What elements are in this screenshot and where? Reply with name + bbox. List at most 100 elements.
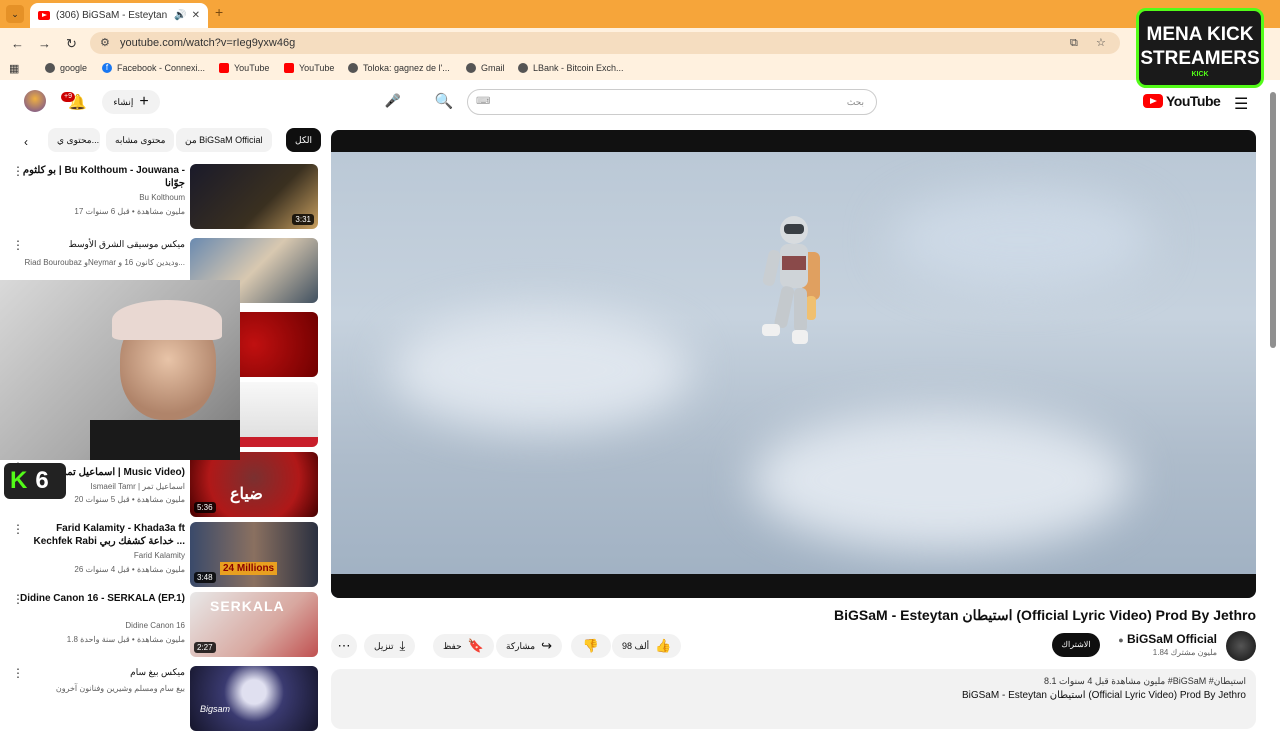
video-thumbnail[interactable]: SERKALA 2:27 <box>190 592 318 657</box>
create-button[interactable]: إنشاء + <box>102 90 160 114</box>
channel-name-main[interactable]: ● BiGSaM Official <box>1118 632 1217 646</box>
duration-badge: 3:48 <box>194 572 216 583</box>
menu-hamburger-icon[interactable]: ☰ <box>1234 94 1248 114</box>
youtube-logo[interactable]: YouTube <box>1143 93 1221 109</box>
browser-tab[interactable]: (306) BiGSaM - Esteytan استيطان 🔊 ✕ <box>30 3 208 28</box>
video-title[interactable]: Didine Canon 16 - SERKALA (EP.1) <box>15 592 185 605</box>
bookmark-facebook[interactable]: f Facebook - Connexi... <box>102 63 205 73</box>
thumbnail-text: Bigsam <box>200 704 231 714</box>
chip-from-channel[interactable]: من BiGSaM Official <box>176 128 272 152</box>
search-placeholder: بحث <box>846 97 864 107</box>
site-info-icon[interactable]: ⚙ <box>100 32 110 54</box>
list-item[interactable]: ⋮ SERKALA 2:27 Didine Canon 16 - SERKALA… <box>0 592 320 660</box>
bookmark-star-icon[interactable]: ☆ <box>1096 32 1106 54</box>
description-stats: 8.1 مليون مشاهدة قبل 4 سنوات #BiGSaM #اس… <box>1043 676 1246 686</box>
reload-icon[interactable]: ↻ <box>66 36 77 52</box>
channel-name: بيغ سام ومسلم وشيرين وفنانون آخرون <box>55 684 185 693</box>
more-actions-button[interactable]: ⋯ <box>331 634 357 658</box>
channel-name[interactable]: Bu Kolthoum <box>139 193 185 202</box>
video-thumbnail[interactable]: 3:31 <box>190 164 318 229</box>
video-thumbnail[interactable]: 24 Millions 3:48 <box>190 522 318 587</box>
brand-tag: KICK <box>1191 71 1209 78</box>
tab-search-icon[interactable]: ⌄ <box>6 5 24 23</box>
dislike-button[interactable]: 👎 <box>571 634 611 658</box>
tab-close-icon[interactable]: ✕ <box>192 10 200 21</box>
search-button[interactable]: 🔍 <box>421 89 467 115</box>
back-icon[interactable]: ← <box>11 36 24 51</box>
video-title[interactable]: Farid Kalamity - Khada3a ft Kechfek Rabi… <box>15 522 185 548</box>
channel-name[interactable]: Didine Canon 16 <box>125 621 185 630</box>
cloud-shape <box>891 190 1151 290</box>
download-icon: ⤓ <box>399 638 406 653</box>
youtube-play-logo-icon <box>1143 94 1163 108</box>
apps-grid-icon[interactable]: ▦ <box>9 62 19 75</box>
mena-kick-streamers-logo: MENA KICK STREAMERS KICK <box>1136 8 1264 88</box>
bookmark-youtube-1[interactable]: YouTube <box>219 63 269 73</box>
list-item[interactable]: ⋮ 24 Millions 3:48 Farid Kalamity - Khad… <box>0 522 320 590</box>
page-scrollbar[interactable] <box>1270 92 1276 348</box>
video-title[interactable]: ميكس بيغ سام <box>15 666 185 679</box>
brand-line-1: MENA KICK <box>1146 24 1254 45</box>
address-bar[interactable]: ⚙ youtube.com/watch?v=rIeg9yxw46g ⧉ ☆ <box>90 32 1120 54</box>
video-player[interactable] <box>331 130 1256 598</box>
channel-avatar[interactable] <box>1226 631 1256 661</box>
globe-icon <box>45 63 55 73</box>
like-button[interactable]: 98 ألف 👍 <box>612 634 682 658</box>
thumbs-down-icon: 👎 <box>582 638 600 653</box>
share-button[interactable]: مشاركة ↪ <box>496 634 562 658</box>
filter-chips: الكل من BiGSaM Official محتوى مشابه محتو… <box>20 128 322 152</box>
forward-icon[interactable]: → <box>38 36 51 51</box>
list-item[interactable]: ⋮ Bigsam ميكس بيغ سام بيغ سام ومسلم وشير… <box>0 666 320 734</box>
bookmark-gmail[interactable]: Gmail <box>466 63 505 73</box>
chip-all[interactable]: الكل <box>286 128 322 152</box>
description-text: BiGSaM - Esteytan استيطان (Official Lyri… <box>961 690 1246 701</box>
install-icon[interactable]: ⧉ <box>1070 32 1078 54</box>
new-tab-button[interactable]: + <box>215 4 223 20</box>
youtube-icon <box>284 63 294 73</box>
video-meta: 17 مليون مشاهدة • قبل 6 سنوات <box>74 207 185 216</box>
logo-text: YouTube <box>1166 93 1221 109</box>
account-avatar[interactable] <box>24 90 46 112</box>
duration-badge: 5:36 <box>194 502 216 513</box>
video-thumbnail[interactable]: ضياع 5:36 <box>190 452 318 517</box>
list-item[interactable]: ⋮ 3:31 بو كلثوم | Bu Kolthoum - Jouwana … <box>0 164 320 232</box>
bookmarks-bar: google f Facebook - Connexi... YouTube Yo… <box>0 58 1280 80</box>
channel-name[interactable]: Farid Kalamity <box>134 551 185 560</box>
streamer-webcam-overlay <box>0 280 240 460</box>
kick-count: 6 <box>35 467 49 494</box>
mix-thumbnail[interactable]: Bigsam <box>190 666 318 731</box>
video-title[interactable]: بو كلثوم | Bu Kolthoum - Jouwana - جوّان… <box>15 164 185 190</box>
bookmark-icon: 🔖 <box>467 638 484 653</box>
speaker-icon[interactable]: 🔊 <box>174 10 186 21</box>
keyboard-icon[interactable]: ⌨ <box>476 90 490 114</box>
chip-related[interactable]: محتوى مشابه <box>106 128 175 152</box>
player-controls-bar[interactable] <box>331 574 1256 598</box>
save-button[interactable]: حفظ 🔖 <box>433 634 494 658</box>
search-input[interactable]: ⌨ بحث <box>467 89 877 115</box>
video-meta: 26 مليون مشاهدة • قبل 4 سنوات <box>74 565 185 574</box>
chip-more[interactable]: محتوى ي... <box>48 128 100 152</box>
share-icon: ↪ <box>541 638 552 653</box>
duration-badge: 2:27 <box>194 642 216 653</box>
channel-name[interactable]: Ismaeil Tamr | اسماعيل تمر <box>91 482 185 491</box>
search-icon: 🔍 <box>434 93 454 110</box>
cloud-shape <box>751 410 1131 550</box>
bookmark-youtube-2[interactable]: YouTube <box>284 63 334 73</box>
video-title[interactable]: ميكس موسيقى الشرق الأوسط <box>15 238 185 251</box>
globe-icon <box>348 63 358 73</box>
notification-badge: +9 <box>61 92 75 102</box>
bookmark-lbank[interactable]: LBank - Bitcoin Exch... <box>518 63 624 73</box>
bookmark-google[interactable]: google <box>45 63 87 73</box>
video-meta: 20 مليون مشاهدة • قبل 5 سنوات <box>74 495 185 504</box>
bookmark-toloka[interactable]: Toloka: gagnez de l'... <box>348 63 450 73</box>
share-label: مشاركة <box>506 640 536 651</box>
cloud-shape <box>391 310 691 430</box>
brand-line-2: STREAMERS <box>1140 48 1260 69</box>
facebook-icon: f <box>102 63 112 73</box>
subscriber-count: 1.84 مليون مشترك <box>1152 648 1217 657</box>
voice-search-mic-icon[interactable]: 🎤 <box>382 90 404 112</box>
download-label: تنزيل <box>374 640 394 651</box>
video-meta: 1.8 مليون مشاهدة • قبل سنة واحدة <box>66 635 185 644</box>
subscribe-button[interactable]: الاشتراك <box>1052 633 1100 657</box>
download-button[interactable]: تنزيل ⤓ <box>364 634 416 658</box>
